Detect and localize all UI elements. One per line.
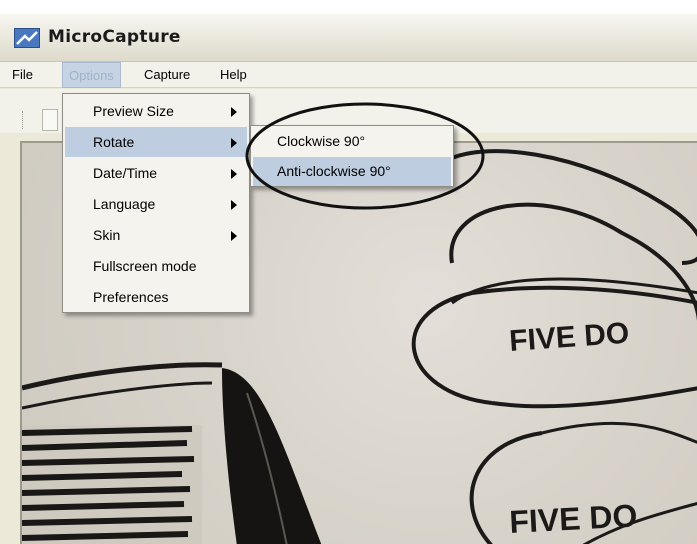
- submenu-arrow-icon: [231, 200, 237, 210]
- menu-options[interactable]: Options: [62, 62, 121, 88]
- menu-item-label: Fullscreen mode: [93, 258, 197, 274]
- menu-item-date-time[interactable]: Date/Time: [65, 158, 247, 188]
- window-title: MicroCapture: [48, 27, 181, 47]
- menu-item-label: Preview Size: [93, 103, 174, 119]
- app-icon: [14, 28, 40, 48]
- options-menu: Preview Size Rotate Date/Time Language S…: [62, 93, 250, 313]
- preview-text-top: FIVE DO: [508, 317, 630, 358]
- menu-item-label: Rotate: [93, 134, 135, 150]
- menu-item-language[interactable]: Language: [65, 189, 247, 219]
- menu-item-skin[interactable]: Skin: [65, 220, 247, 250]
- submenu-arrow-icon: [231, 138, 237, 148]
- submenu-arrow-icon: [231, 169, 237, 179]
- menu-file[interactable]: File: [6, 62, 39, 88]
- preview-text-bottom: FIVE DO: [508, 497, 638, 540]
- toolbar-button[interactable]: [42, 109, 58, 131]
- title-bar[interactable]: MicroCapture: [0, 14, 697, 62]
- menu-item-fullscreen[interactable]: Fullscreen mode: [65, 251, 247, 281]
- menu-item-anticlockwise-90[interactable]: Anti-clockwise 90°: [253, 157, 451, 186]
- menu-item-clockwise-90[interactable]: Clockwise 90°: [253, 127, 451, 156]
- menu-capture[interactable]: Capture: [138, 62, 196, 88]
- rotate-submenu: Clockwise 90° Anti-clockwise 90°: [250, 125, 454, 187]
- menu-item-label: Preferences: [93, 289, 169, 305]
- menu-item-label: Date/Time: [93, 165, 158, 181]
- menu-item-rotate[interactable]: Rotate: [65, 127, 247, 157]
- menu-item-preview-size[interactable]: Preview Size: [65, 96, 247, 126]
- menu-item-preferences[interactable]: Preferences: [65, 282, 247, 312]
- submenu-arrow-icon: [231, 231, 237, 241]
- toolbar-grip-icon[interactable]: [22, 111, 25, 129]
- submenu-arrow-icon: [231, 107, 237, 117]
- menu-item-label: Language: [93, 196, 156, 212]
- menu-bar: File Options Capture Help: [0, 62, 697, 88]
- menu-item-label: Skin: [93, 227, 121, 243]
- menu-help[interactable]: Help: [214, 62, 253, 88]
